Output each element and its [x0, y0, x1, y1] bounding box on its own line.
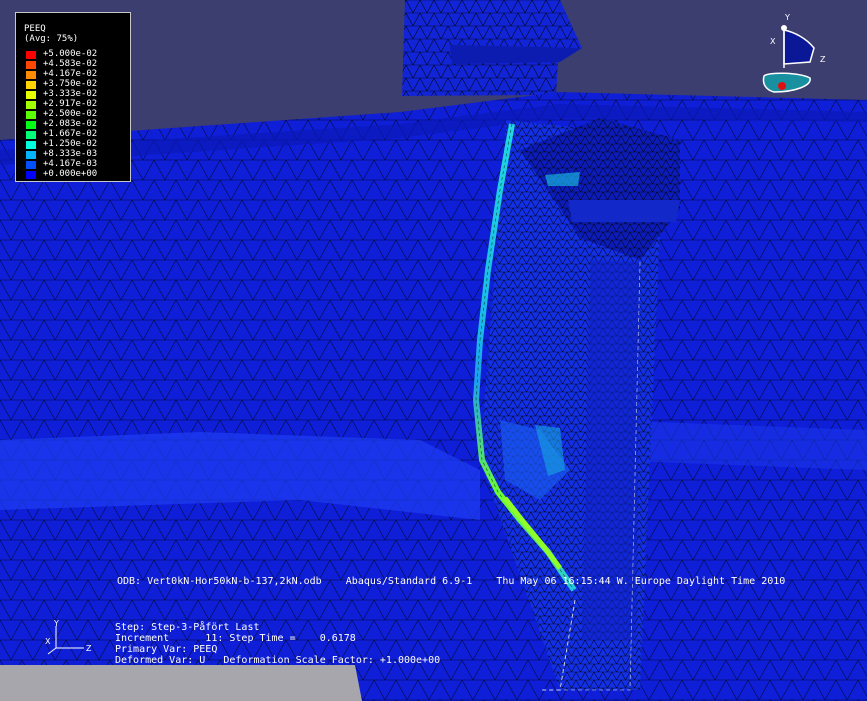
- upper-column: [402, 0, 582, 96]
- legend-swatch: [25, 140, 37, 150]
- view-orientation-triad[interactable]: Y X Z: [754, 8, 834, 104]
- triad-x-label: X: [770, 37, 776, 46]
- axis-z-label: Z: [86, 644, 92, 653]
- main-plate: [0, 92, 867, 701]
- contour-legend: PEEQ (Avg: 75%) +5.000e-02 +4.583e-02 +4.1…: [15, 12, 131, 182]
- legend-value: +4.583e-02: [43, 59, 98, 69]
- triad-z-label: Z: [820, 55, 826, 64]
- odb-status-line: ODB: Vert0kN-Hor50kN-b-137,2kN.odb Abaqu…: [117, 576, 786, 587]
- legend-swatch: [25, 110, 37, 120]
- legend-swatch: [25, 160, 37, 170]
- legend-value: +4.167e-02: [43, 69, 98, 79]
- deformed-var-label: Deformed Var: U Deformation Scale Factor…: [115, 655, 441, 666]
- legend-value: +8.333e-03: [43, 149, 98, 159]
- legend-swatch: [25, 100, 37, 110]
- increment-label: Increment 11: Step Time = 0.6178: [115, 633, 356, 644]
- background-wedge: [0, 665, 362, 701]
- legend-value: +1.250e-02: [43, 139, 98, 149]
- legend-value: +4.167e-03: [43, 159, 98, 169]
- legend-swatch: [25, 70, 37, 80]
- coordinate-axes-icon: Y X Z: [45, 619, 92, 655]
- legend-subtitle: (Avg: 75%): [24, 34, 79, 44]
- legend-value: +2.083e-02: [43, 119, 98, 129]
- legend-value: +5.000e-02: [43, 49, 98, 59]
- legend-swatch: [25, 80, 37, 90]
- legend-swatch: [25, 50, 37, 60]
- legend-title: PEEQ: [24, 24, 46, 34]
- legend-value: +2.500e-02: [43, 109, 98, 119]
- axis-x-label: X: [45, 637, 51, 646]
- legend-value: +3.333e-02: [43, 89, 98, 99]
- legend-swatch: [25, 130, 37, 140]
- axis-y-label: Y: [53, 619, 59, 628]
- legend-swatch: [25, 150, 37, 160]
- legend-value: +1.667e-02: [43, 129, 98, 139]
- legend-swatch: [25, 90, 37, 100]
- legend-swatch: [25, 60, 37, 70]
- legend-swatch: [25, 170, 37, 180]
- step-label: Step: Step-3-Påfört Last: [115, 622, 260, 633]
- legend-value: +3.750e-02: [43, 79, 98, 89]
- legend-swatch: [25, 120, 37, 130]
- legend-value: +2.917e-02: [43, 99, 98, 109]
- primary-var-label: Primary Var: PEEQ: [115, 644, 218, 655]
- legend-value: +0.000e+00: [43, 169, 98, 179]
- triad-y-label: Y: [784, 13, 790, 22]
